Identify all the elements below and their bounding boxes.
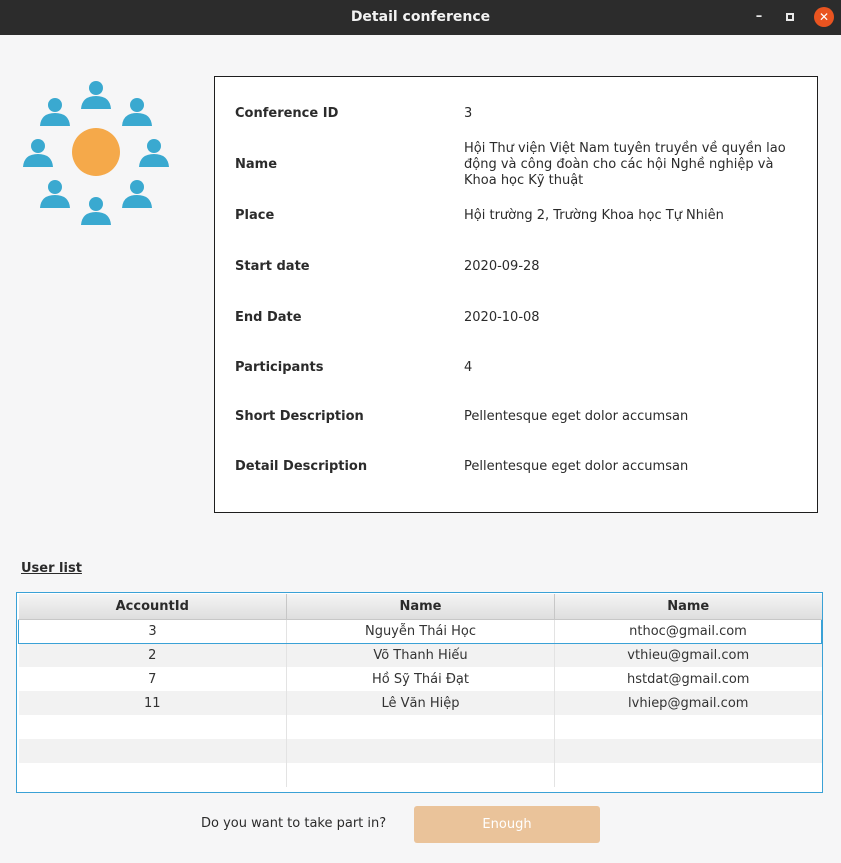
user-table[interactable]: AccountId Name Name 3 Nguyễn Thái Học nt… xyxy=(16,592,823,793)
table-cell[interactable]: 2 xyxy=(18,643,287,667)
table-cell[interactable]: 3 xyxy=(18,618,287,644)
close-icon[interactable]: ✕ xyxy=(814,7,834,27)
conference-id-value: 3 xyxy=(464,106,473,121)
table-cell[interactable]: 7 xyxy=(18,667,287,691)
minimize-icon[interactable]: – xyxy=(749,7,769,27)
table-cell[interactable]: Hồ Sỹ Thái Đạt xyxy=(286,667,555,691)
detail-description-label: Detail Description xyxy=(235,459,368,474)
table-row[interactable]: 7 Hồ Sỹ Thái Đạt hstdat@gmail.com xyxy=(18,667,822,691)
participation-question: Do you want to take part in? xyxy=(201,816,387,831)
table-cell[interactable] xyxy=(286,763,555,787)
table-cell[interactable] xyxy=(18,715,287,739)
table-cell[interactable] xyxy=(18,739,287,763)
participants-value: 4 xyxy=(464,360,473,375)
conference-name-value: Hội Thư viện Việt Nam tuyên truyền về qu… xyxy=(464,141,786,188)
short-description-value: Pellentesque eget dolor accumsan xyxy=(464,409,689,424)
conference-place-label: Place xyxy=(235,208,275,223)
table-row[interactable]: 2 Võ Thanh Hiếu vthieu@gmail.com xyxy=(18,643,822,667)
person-icon xyxy=(23,139,53,167)
conference-place-value: Hội trường 2, Trường Khoa học Tự Nhiên xyxy=(464,208,724,223)
table-cell[interactable] xyxy=(286,715,555,739)
detail-description-value: Pellentesque eget dolor accumsan xyxy=(464,459,689,474)
person-icon xyxy=(122,180,153,209)
table-cell[interactable]: vthieu@gmail.com xyxy=(554,643,822,667)
table-cell[interactable]: hstdat@gmail.com xyxy=(554,667,822,691)
person-icon xyxy=(139,139,169,167)
conference-info-panel: Conference ID 3 Name Hội Thư viện Việt N… xyxy=(214,76,818,513)
end-date-label: End Date xyxy=(235,310,302,325)
table-cell[interactable] xyxy=(554,739,822,763)
start-date-label: Start date xyxy=(235,259,310,274)
table-cell[interactable]: lvhiep@gmail.com xyxy=(554,691,822,715)
person-icon xyxy=(81,81,111,109)
table-cell[interactable]: nthoc@gmail.com xyxy=(554,618,822,644)
table-header-row: AccountId Name Name xyxy=(18,594,822,620)
table-cell[interactable]: Võ Thanh Hiếu xyxy=(286,643,555,667)
enough-button[interactable]: Enough xyxy=(414,806,600,843)
person-icon xyxy=(39,180,70,209)
table-cell[interactable] xyxy=(286,739,555,763)
window-title: Detail conference xyxy=(350,9,491,25)
table-row-empty[interactable] xyxy=(18,739,822,763)
maximize-icon[interactable] xyxy=(780,7,800,27)
table-row[interactable]: 11 Lê Văn Hiệp lvhiep@gmail.com xyxy=(18,691,822,715)
table-row-empty[interactable] xyxy=(18,715,822,739)
column-header-email[interactable]: Name xyxy=(554,594,822,620)
table-cell[interactable] xyxy=(554,715,822,739)
person-icon xyxy=(122,97,153,126)
person-icon xyxy=(39,97,70,126)
person-icon xyxy=(81,197,111,225)
start-date-value: 2020-09-28 xyxy=(464,259,540,274)
table-row[interactable]: 3 Nguyễn Thái Học nthoc@gmail.com xyxy=(18,618,822,644)
short-description-label: Short Description xyxy=(235,409,364,424)
title-bar: Detail conference – ✕ xyxy=(0,0,841,35)
column-header-accountid[interactable]: AccountId xyxy=(18,594,287,620)
user-list-label: User list xyxy=(21,561,82,576)
conference-name-label: Name xyxy=(235,157,278,172)
table-cell[interactable] xyxy=(554,763,822,787)
table-cell[interactable]: Nguyễn Thái Học xyxy=(286,618,555,644)
table-cell[interactable]: Lê Văn Hiệp xyxy=(286,691,555,715)
column-header-name[interactable]: Name xyxy=(286,594,555,620)
table-cell[interactable] xyxy=(18,763,287,787)
end-date-value: 2020-10-08 xyxy=(464,310,540,325)
conference-id-label: Conference ID xyxy=(235,106,339,121)
table-cell[interactable]: 11 xyxy=(18,691,287,715)
center-circle xyxy=(72,128,120,176)
participants-label: Participants xyxy=(235,360,324,375)
table-row-empty[interactable] xyxy=(18,763,822,787)
group-meeting-icon xyxy=(20,78,172,230)
